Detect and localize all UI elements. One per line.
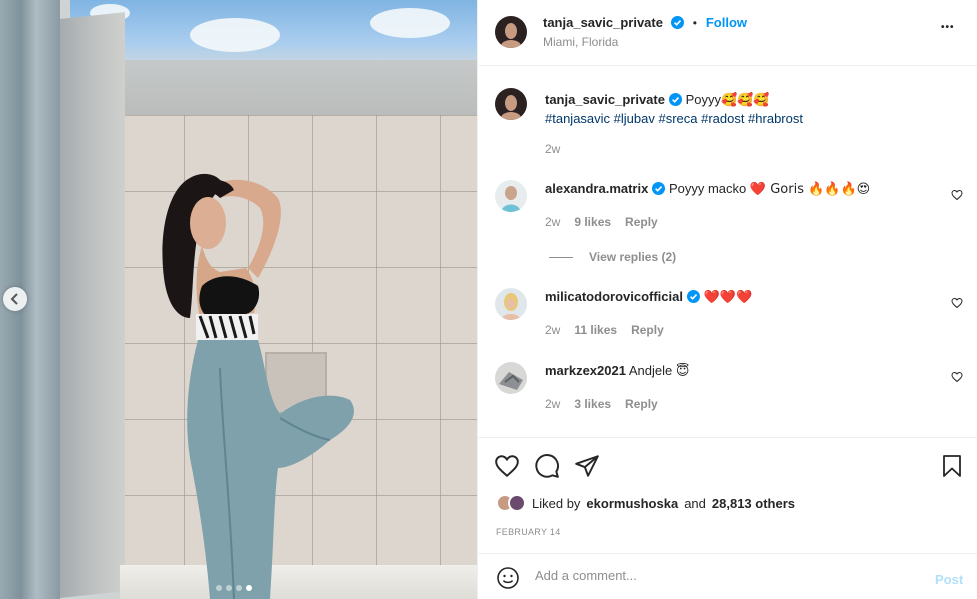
comment-likes[interactable]: 11 likes <box>574 323 617 337</box>
commenter-avatar[interactable] <box>495 362 527 394</box>
dot-separator: • <box>692 16 697 30</box>
reply-button[interactable]: Reply <box>625 397 658 411</box>
like-comment-heart-icon[interactable] <box>951 189 963 201</box>
comment-time[interactable]: 2w <box>545 397 560 411</box>
previous-image-button[interactable] <box>3 287 27 311</box>
post-details-panel: tanja_savic_private • Follow Miami, Flor… <box>477 0 977 599</box>
share-send-icon[interactable] <box>574 453 600 479</box>
chevron-left-icon <box>10 293 18 305</box>
more-options-icon[interactable]: ••• <box>941 22 955 33</box>
like-comment-heart-icon[interactable] <box>951 297 963 309</box>
comment-meta: 2w 9 likes Reply <box>545 215 658 229</box>
post-comment-button[interactable]: Post <box>935 572 963 587</box>
post-image[interactable] <box>0 0 477 599</box>
caption-author-avatar[interactable] <box>495 88 527 120</box>
carousel-dot-active <box>246 585 252 591</box>
verified-badge-icon <box>670 16 684 29</box>
comment-author[interactable]: milicatodorovicofficial <box>545 289 683 304</box>
liker-avatar[interactable] <box>508 494 526 512</box>
like-heart-icon[interactable] <box>494 453 520 479</box>
like-comment-heart-icon[interactable] <box>951 371 963 383</box>
comment-text: Poyyy macko <box>668 181 747 196</box>
woman-figure <box>162 173 354 599</box>
replies-line <box>549 256 573 258</box>
comment-author[interactable]: alexandra.matrix <box>545 181 648 196</box>
comment-time[interactable]: 2w <box>545 215 560 229</box>
comment-time[interactable]: 2w <box>545 323 560 337</box>
liker-username[interactable]: ekormushoska <box>586 496 678 511</box>
likes-prefix: Liked by <box>532 495 581 511</box>
carousel-indicator <box>216 585 252 591</box>
verified-badge-icon <box>652 182 666 195</box>
view-replies-label[interactable]: View replies (2) <box>589 250 676 264</box>
comment: markzex2021 Andjele 😇 <box>545 362 935 381</box>
author-avatar[interactable] <box>495 16 527 48</box>
comment: alexandra.matrix Poyyy macko ❤️ Goris 🔥🔥… <box>545 180 935 199</box>
comment-author[interactable]: markzex2021 <box>545 363 626 378</box>
caption-text: Poyyy <box>685 92 721 107</box>
comment-input[interactable] <box>535 568 915 583</box>
comment-meta: 2w 3 likes Reply <box>545 397 658 411</box>
commenter-avatar[interactable] <box>495 180 527 212</box>
caption-meta: 2w <box>545 142 560 156</box>
post-location[interactable]: Miami, Florida <box>543 35 618 49</box>
verified-badge-icon <box>686 290 700 303</box>
view-replies[interactable]: View replies (2) <box>549 250 676 264</box>
comment-text: Andjele <box>628 363 673 378</box>
caption-time[interactable]: 2w <box>545 142 560 156</box>
caption-author[interactable]: tanja_savic_private <box>545 92 665 107</box>
comment-emojis: ❤️❤️❤️ <box>703 290 753 305</box>
caption: tanja_savic_private Poyyy🥰🥰🥰 #tanjasavic… <box>545 91 955 128</box>
post-header: tanja_savic_private • Follow Miami, Flor… <box>478 0 977 66</box>
likes-count[interactable]: 28,813 others <box>712 496 795 511</box>
follow-button[interactable]: Follow <box>706 15 747 30</box>
comment: milicatodorovicofficial ❤️❤️❤️ <box>545 288 935 307</box>
liker-avatars[interactable] <box>496 494 526 512</box>
commenter-avatar[interactable] <box>495 288 527 320</box>
comment-emojis: 😇 <box>675 364 690 379</box>
reply-button[interactable]: Reply <box>625 215 658 229</box>
comment-meta: 2w 11 likes Reply <box>545 323 664 337</box>
emoji-smiley-icon[interactable] <box>496 566 520 590</box>
comment-bubble-icon[interactable] <box>534 453 560 479</box>
comment-likes[interactable]: 3 likes <box>574 397 611 411</box>
carousel-dot <box>216 585 222 591</box>
add-comment-bar: Post <box>478 553 977 599</box>
likes-and: and <box>684 495 706 511</box>
comments-list: tanja_savic_private Poyyy🥰🥰🥰 #tanjasavic… <box>478 67 977 437</box>
likes-summary: Liked by ekormushoska and 28,813 others <box>496 494 795 512</box>
verified-badge-icon <box>668 93 682 106</box>
author-username[interactable]: tanja_savic_private <box>543 15 663 30</box>
reply-button[interactable]: Reply <box>631 323 664 337</box>
save-bookmark-icon[interactable] <box>940 453 964 479</box>
post-actions: Liked by ekormushoska and 28,813 others … <box>478 437 977 553</box>
caption-emojis: 🥰🥰🥰 <box>721 93 770 108</box>
post-date[interactable]: FEBRUARY 14 <box>496 527 561 537</box>
carousel-dot <box>236 585 242 591</box>
carousel-dot <box>226 585 232 591</box>
comment-likes[interactable]: 9 likes <box>574 215 611 229</box>
caption-hashtags[interactable]: #tanjasavic #ljubav #sreca #radost #hrab… <box>545 111 803 126</box>
comment-emojis: ❤️ Goris 🔥🔥🔥😍 <box>749 182 871 197</box>
